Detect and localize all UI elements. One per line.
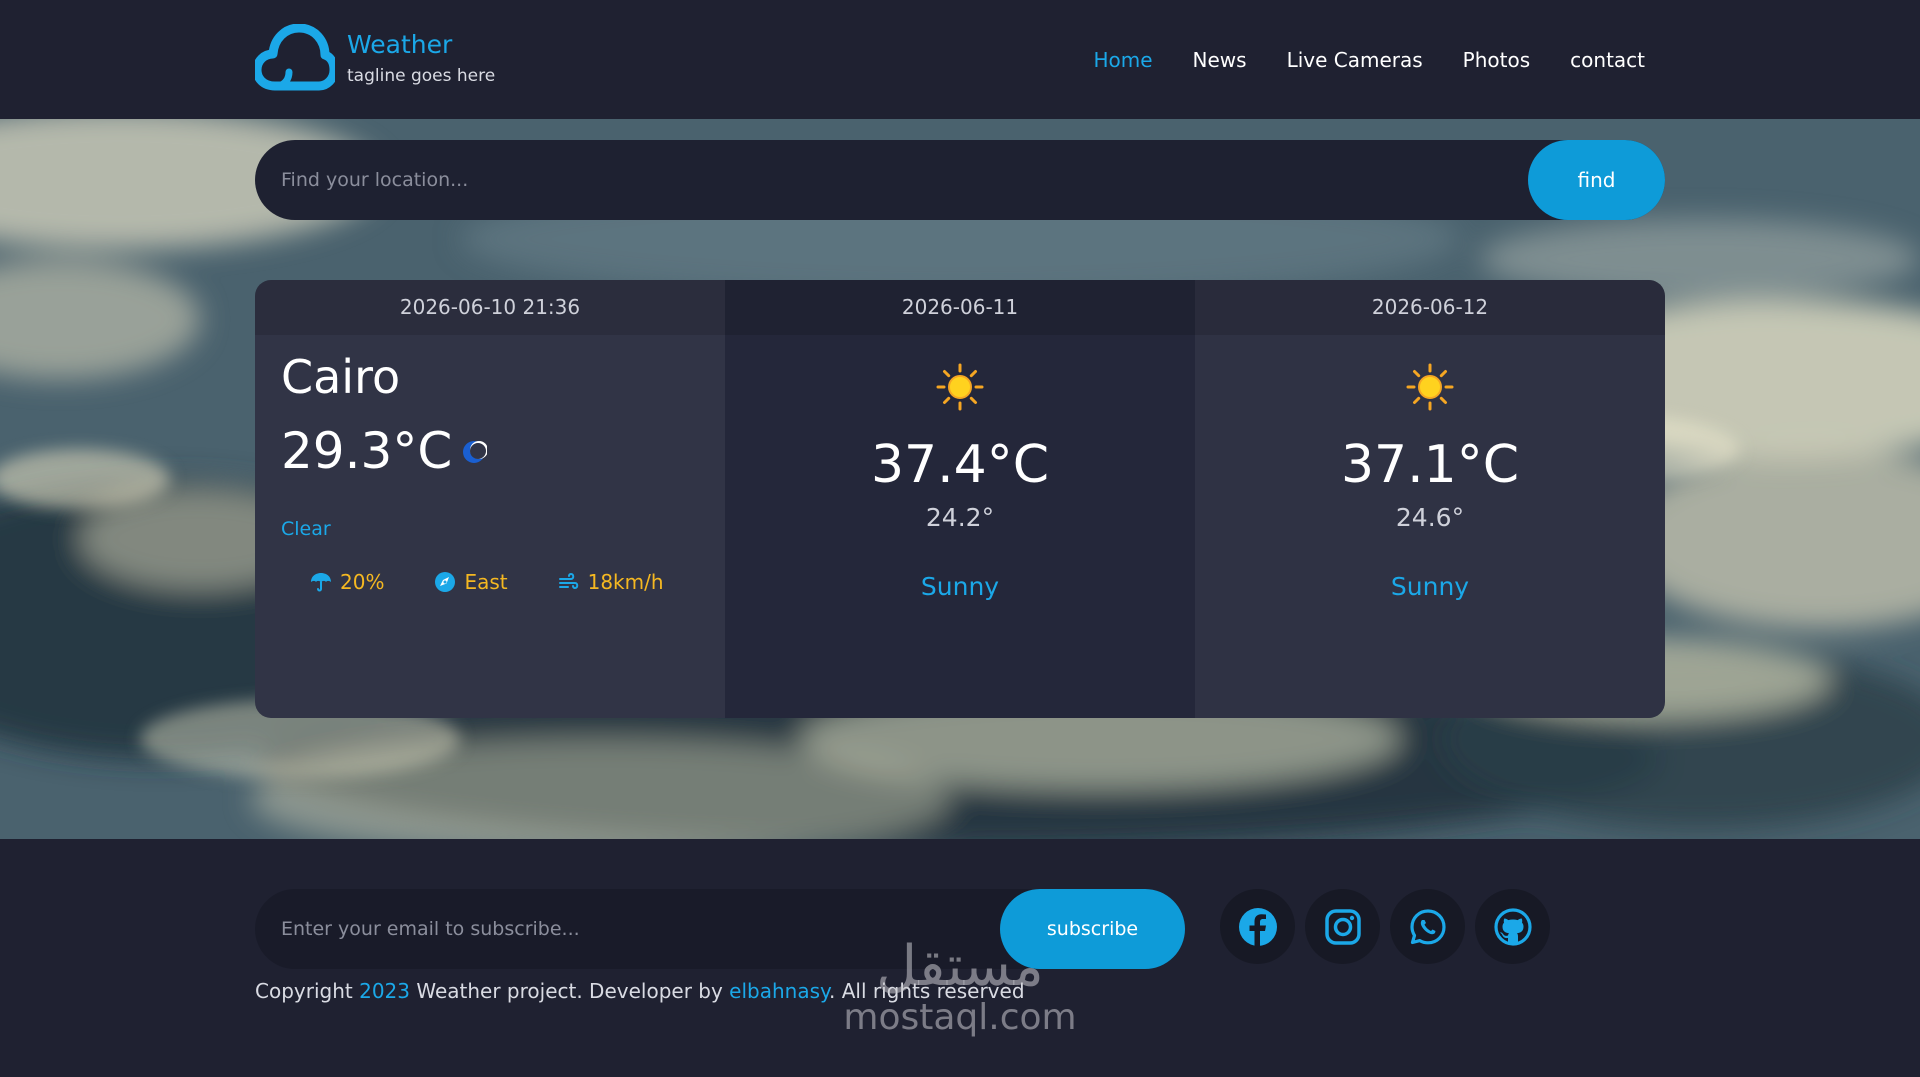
sun-icon [936,363,984,411]
compass-icon [435,572,456,592]
wind-direction-stat: East [434,570,508,594]
forecast-day: 2026-06-12 37.1°C 24.6° Sunny [1195,280,1665,718]
forecast-date: 2026-06-11 [725,280,1195,335]
github-icon [1493,907,1532,946]
forecast-min-temp: 24.6° [1395,503,1465,532]
instagram-link[interactable] [1305,889,1380,964]
whatsapp-icon [1409,908,1446,944]
nav-news[interactable]: News [1193,44,1247,76]
forecast-min-temp: 24.2° [925,503,995,532]
location-search: find [255,140,1665,220]
location-search-input[interactable] [255,140,1405,220]
wind-direction-value: East [464,570,508,594]
current-condition: Clear [281,518,331,540]
site-header: Weather tagline goes here Home News Live… [0,0,1920,119]
wind-icon [558,572,578,590]
email-field[interactable] [255,889,995,969]
sun-icon [1406,363,1454,411]
forecast-max-temp: 37.1°C [1340,435,1520,495]
copyright-text: Copyright 2023 Weather project. Develope… [255,979,1025,1003]
subscribe-button[interactable]: subscribe [1000,889,1185,969]
forecast-condition: Sunny [920,572,1000,601]
github-link[interactable] [1475,889,1550,964]
find-button[interactable]: find [1528,140,1665,220]
city-name: Cairo [281,350,401,404]
nav-contact[interactable]: contact [1570,44,1645,76]
forecast-panel: 2026-06-10 21:36 Cairo 29.3°C Clear 20% [255,280,1665,718]
brand-tagline: tagline goes here [347,66,496,86]
instagram-icon [1324,908,1361,945]
copyright-year: 2023 [359,979,410,1003]
facebook-link[interactable] [1220,889,1295,964]
current-temperature: 29.3°C [281,422,453,480]
umbrella-icon [311,573,331,592]
cloud-icon [255,24,335,91]
moon-icon [463,441,487,463]
humidity-stat: 20% [310,570,384,594]
copyright-middle: Weather project. Developer by [410,979,730,1003]
subscribe-form: subscribe [255,889,1185,969]
social-links [1220,889,1550,964]
humidity-value: 20% [340,570,385,594]
today-datetime: 2026-06-10 21:36 [255,280,725,335]
brand-title: Weather [347,30,453,59]
copyright-suffix: . All rights reserved [829,979,1025,1003]
site-footer: subscribe [0,839,1920,1077]
brand[interactable]: Weather tagline goes here [255,24,495,94]
nav-live-cameras[interactable]: Live Cameras [1287,44,1423,76]
current-stats: 20% East 18km/h [310,570,664,594]
nav-photos[interactable]: Photos [1463,44,1530,76]
forecast-condition: Sunny [1390,572,1470,601]
facebook-icon [1238,907,1277,946]
hero-section: find 2026-06-10 21:36 Cairo 29.3°C Clear… [0,119,1920,839]
main-nav: Home News Live Cameras Photos contact [1093,44,1645,76]
copyright-prefix: Copyright [255,979,360,1003]
forecast-day: 2026-06-11 37.4°C 24.2° Sunny [725,280,1195,718]
author-link[interactable]: elbahnasy [729,979,829,1003]
whatsapp-link[interactable] [1390,889,1465,964]
forecast-date: 2026-06-12 [1195,280,1665,335]
forecast-today: 2026-06-10 21:36 Cairo 29.3°C Clear 20% [255,280,725,718]
wind-speed-stat: 18km/h [558,570,664,594]
forecast-max-temp: 37.4°C [870,435,1050,495]
nav-home[interactable]: Home [1093,44,1152,76]
wind-speed-value: 18km/h [587,570,664,594]
